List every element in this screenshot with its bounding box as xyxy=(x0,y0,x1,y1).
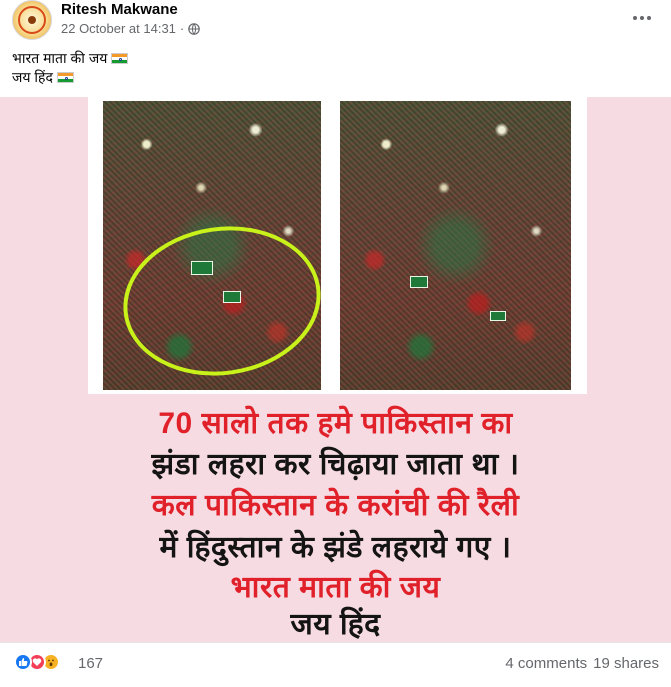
post-header: Ritesh Makwane 22 October at 14:31 · xyxy=(0,0,671,40)
more-options-icon[interactable] xyxy=(628,8,656,28)
globe-icon xyxy=(188,22,201,35)
caption-line: जय हिंद xyxy=(12,68,128,87)
post-meta: 22 October at 14:31 · xyxy=(61,21,201,36)
image-text-line: जय हिंद xyxy=(290,608,381,641)
india-flag-icon xyxy=(56,72,74,83)
caption-text: भारत माता की जय xyxy=(12,50,108,66)
crowd-photo-left xyxy=(103,101,321,390)
post-stats: 4 comments 19 shares xyxy=(505,655,659,672)
image-text-line: झंडा लहरा कर चिढ़ाया जाता था । xyxy=(151,448,520,481)
avatar-center xyxy=(28,16,36,24)
post-footer: 167 4 comments 19 shares xyxy=(0,642,671,687)
post-image[interactable]: 70 सालो तक हमे पाकिस्तान का झंडा लहरा कर… xyxy=(0,97,671,642)
author-name[interactable]: Ritesh Makwane xyxy=(61,1,178,18)
image-text-line: 70 सालो तक हमे पाकिस्तान का xyxy=(158,407,513,440)
caption-line: भारत माता की जय xyxy=(12,49,129,68)
image-text-line: कल पाकिस्तान के करांची की रैली xyxy=(151,489,520,522)
reaction-icons[interactable] xyxy=(14,653,60,671)
caption-text: जय हिंद xyxy=(12,69,53,85)
image-text-line: में हिंदुस्तान के झंडे लहराये गए । xyxy=(159,531,512,564)
india-flag-icon xyxy=(111,53,129,64)
photo-collage xyxy=(88,97,587,394)
green-flag xyxy=(410,276,428,288)
comments-count[interactable]: 4 comments xyxy=(505,655,587,672)
post-timestamp[interactable]: 22 October at 14:31 xyxy=(61,21,176,36)
reaction-count[interactable]: 167 xyxy=(78,655,103,672)
post-caption: भारत माता की जय जय हिंद xyxy=(12,49,129,87)
green-flag xyxy=(490,311,506,321)
shares-count[interactable]: 19 shares xyxy=(593,655,659,672)
author-avatar[interactable] xyxy=(12,0,52,40)
like-icon xyxy=(14,653,32,671)
meta-separator: · xyxy=(179,21,185,36)
crowd-photo-right xyxy=(340,101,571,390)
image-text-line: भारत माता की जय xyxy=(230,571,441,604)
